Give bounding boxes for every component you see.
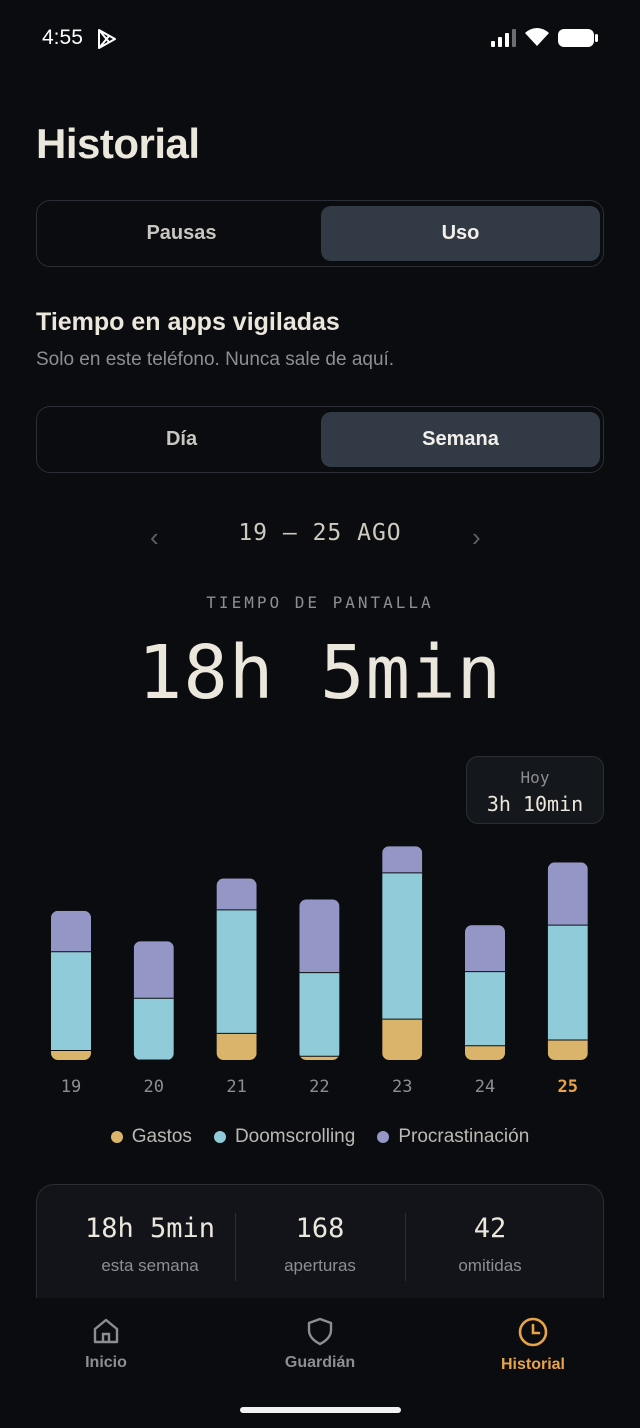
bar-segment-procrastinación: [51, 910, 91, 952]
nav-label: Historial: [500, 1356, 565, 1373]
nav-inicio[interactable]: Inicio: [36, 1316, 176, 1372]
tooltip-value: 3h 10min: [486, 792, 584, 816]
bar-segment-doomscrolling: [465, 971, 505, 1046]
next-week-button[interactable]: ›: [472, 522, 481, 553]
bar-23[interactable]: [382, 846, 423, 1060]
x-tick-label: 25: [558, 1077, 578, 1097]
stat-label: esta semana: [101, 1256, 199, 1275]
battery-icon: [558, 29, 598, 47]
chart-legend: Gastos Doomscrolling Procrastinación: [0, 1126, 640, 1148]
section-subtitle: Solo en este teléfono. Nunca sale de aqu…: [36, 349, 395, 370]
tab-dia[interactable]: Día: [42, 412, 321, 467]
tooltip-label: Hoy: [520, 768, 550, 787]
bar-segment-procrastinación: [382, 846, 423, 873]
bar-segment-gastos: [299, 1056, 340, 1060]
status-bar: 4:55: [0, 0, 640, 78]
nav-guardian[interactable]: Guardián: [250, 1316, 390, 1372]
x-tick-label: 19: [61, 1077, 81, 1097]
wifi-icon: [525, 28, 549, 46]
nav-label: Guardián: [284, 1354, 356, 1371]
tab-uso[interactable]: Uso: [321, 206, 600, 261]
screen-time-total: 18h 5min: [137, 630, 503, 716]
play-store-icon: [98, 29, 116, 49]
tab-semana[interactable]: Semana: [321, 412, 600, 467]
bar-segment-doomscrolling: [299, 972, 340, 1057]
tab-pausas[interactable]: Pausas: [42, 206, 321, 261]
bar-segment-doomscrolling: [382, 872, 423, 1020]
bar-segment-procrastinación: [465, 925, 505, 972]
weekly-usage-chart: 19 20 21 22 23 24 25: [51, 846, 588, 1097]
legend-item-doomscrolling: Doomscrolling: [213, 1126, 356, 1148]
bar-segment-gastos: [547, 1040, 588, 1060]
bar-21[interactable]: [216, 878, 257, 1060]
bar-segment-gastos: [51, 1050, 91, 1060]
section-title: Tiempo en apps vigiladas: [36, 308, 340, 336]
bar-segment-gastos: [382, 1019, 423, 1060]
legend-item-gastos: Gastos: [110, 1126, 192, 1148]
date-range-label: 19 – 25 AGO: [238, 520, 402, 546]
bar-25[interactable]: [547, 862, 588, 1060]
home-indicator: [240, 1407, 401, 1413]
bar-segment-doomscrolling: [547, 925, 588, 1041]
stat-omitidas: 42 omitidas: [397, 1213, 583, 1276]
stat-value: 18h 5min: [84, 1213, 216, 1244]
stat-value: 168: [295, 1213, 345, 1244]
x-tick-label: 22: [309, 1077, 329, 1097]
legend-dot-gastos: [110, 1131, 123, 1143]
stat-aperturas: 168 aperturas: [227, 1213, 413, 1276]
screen-time-kicker: TIEMPO DE PANTALLA: [206, 593, 434, 612]
legend-dot-procrastinacion: [377, 1131, 390, 1143]
x-tick-label: 21: [226, 1077, 246, 1097]
previous-week-button[interactable]: ‹: [150, 522, 159, 553]
status-time: 4:55: [42, 26, 83, 49]
bar-segment-doomscrolling: [216, 909, 257, 1034]
period-segmented-control: Día Semana: [36, 406, 604, 473]
legend-dot-doomscrolling: [213, 1131, 226, 1143]
x-tick-label: 20: [144, 1077, 164, 1097]
bar-segment-doomscrolling: [51, 951, 91, 1051]
bar-20[interactable]: [133, 941, 174, 1060]
x-tick-label: 24: [475, 1077, 495, 1097]
signal-icon: [491, 29, 516, 47]
x-tick-label: 23: [392, 1077, 412, 1097]
legend-item-procrastinacion: Procrastinación: [377, 1126, 529, 1148]
bar-segment-gastos: [465, 1045, 505, 1060]
bar-segment-gastos: [216, 1033, 257, 1060]
bar-22[interactable]: [299, 899, 340, 1060]
shield-icon: [307, 1317, 333, 1346]
today-tooltip: Hoy 3h 10min: [466, 756, 604, 824]
legend-label: Gastos: [131, 1126, 192, 1147]
bar-segment-doomscrolling: [133, 998, 174, 1060]
history-type-segmented-control: Pausas Uso: [36, 200, 604, 267]
legend-label: Doomscrolling: [234, 1126, 356, 1147]
bar-19[interactable]: [51, 910, 91, 1060]
bar-segment-procrastinación: [299, 899, 340, 973]
stat-label: aperturas: [284, 1256, 356, 1275]
bar-segment-procrastinación: [133, 941, 174, 999]
home-icon: [93, 1318, 119, 1344]
date-range-navigator: 19 – 25 AGO ‹ ›: [0, 516, 640, 552]
stat-total: 18h 5min esta semana: [57, 1213, 243, 1276]
stat-value: 42: [473, 1213, 507, 1244]
nav-historial[interactable]: Historial: [463, 1316, 603, 1374]
stat-label: omitidas: [458, 1256, 522, 1275]
nav-label: Inicio: [85, 1354, 127, 1371]
page-title: Historial: [36, 120, 200, 167]
legend-label: Procrastinación: [398, 1126, 530, 1147]
bar-segment-procrastinación: [216, 878, 257, 910]
bar-24[interactable]: [465, 925, 505, 1060]
bar-segment-procrastinación: [547, 862, 588, 926]
clock-icon: [518, 1317, 548, 1347]
